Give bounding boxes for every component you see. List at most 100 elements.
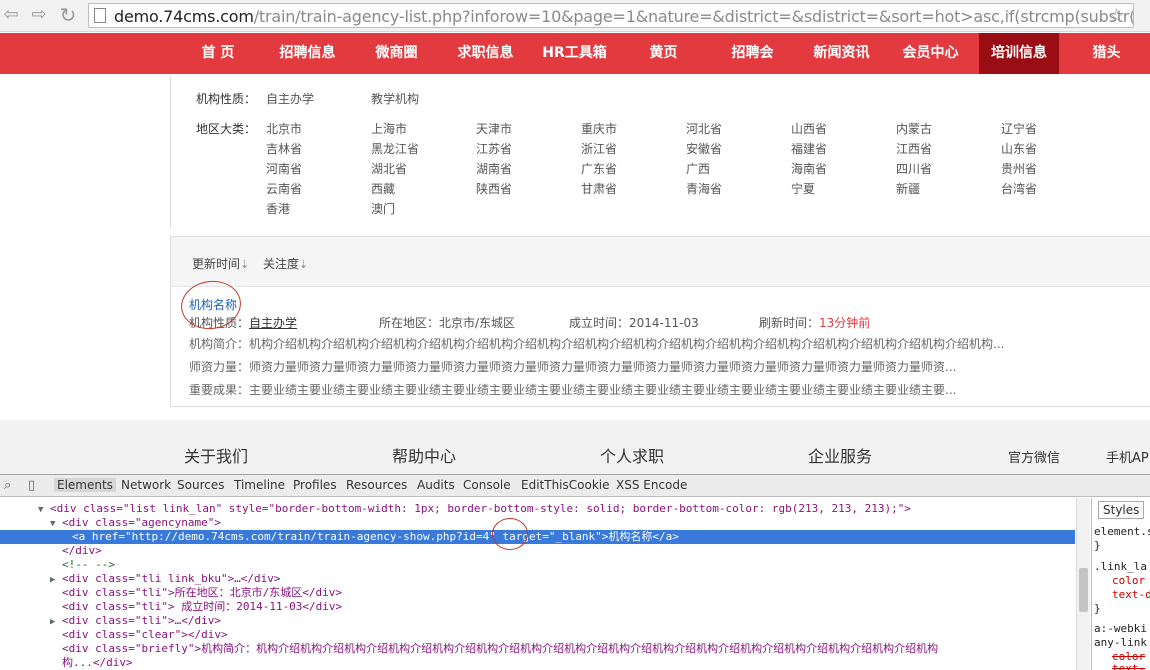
tab-styles[interactable]: Styles: [1098, 501, 1145, 519]
tab-resources[interactable]: Resources: [346, 478, 407, 492]
nav-item-news[interactable]: 新闻资讯: [797, 33, 886, 74]
tab-editthiscookie[interactable]: EditThisCookie: [521, 478, 610, 492]
nav-item-job-fair[interactable]: 招聘会: [708, 33, 797, 74]
district-option[interactable]: 浙江省: [581, 140, 617, 157]
dom-node[interactable]: ▼ <div class="list link_lan" style="borde…: [0, 502, 1075, 516]
agency-nature-link[interactable]: 自主办学: [249, 316, 297, 330]
tab-console[interactable]: Console: [463, 478, 511, 492]
district-option[interactable]: 宁夏: [791, 180, 815, 197]
district-option[interactable]: 上海市: [371, 120, 407, 137]
sort-by-attention[interactable]: 关注度⇣: [263, 255, 308, 272]
footer-help[interactable]: 帮助中心: [392, 443, 456, 467]
district-option[interactable]: 广东省: [581, 160, 617, 177]
nature-option[interactable]: 教学机构: [371, 90, 419, 107]
dom-node[interactable]: ▶ <div class="tli link_bku">…</div>: [0, 572, 1075, 586]
device-mode-icon[interactable]: ▯: [28, 478, 35, 493]
nav-item-home[interactable]: 首 页: [173, 33, 263, 74]
nav-item-business-circle[interactable]: 微商圈: [352, 33, 441, 74]
nav-item-jobs[interactable]: 招聘信息: [263, 33, 352, 74]
site-footer: 关于我们 帮助中心 个人求职 企业服务 官方微信 手机AP: [0, 420, 1150, 475]
district-option[interactable]: 吉林省: [266, 140, 302, 157]
district-option[interactable]: 辽宁省: [1001, 120, 1037, 137]
nav-item-headhunter[interactable]: 猎头: [1063, 33, 1150, 74]
style-rule[interactable]: .link_la: [1094, 560, 1147, 573]
district-option[interactable]: 河南省: [266, 160, 302, 177]
footer-personal[interactable]: 个人求职: [600, 443, 664, 467]
district-option[interactable]: 黑龙江省: [371, 140, 419, 157]
district-option[interactable]: 青海省: [686, 180, 722, 197]
scrollbar-thumb[interactable]: [1079, 568, 1088, 612]
nav-item-member-center[interactable]: 会员中心: [886, 33, 975, 74]
footer-about[interactable]: 关于我们: [184, 443, 248, 467]
agency-nature: 机构性质：自主办学: [189, 316, 298, 330]
filter-panel: 机构性质： 自主办学 教学机构 地区大类： 北京市 上海市 天津市 重庆市 河北省 山西省…: [170, 76, 1150, 228]
district-option[interactable]: 陕西省: [476, 180, 512, 197]
district-option[interactable]: 天津市: [476, 120, 512, 137]
dom-node[interactable]: <div class="tli"> 成立时间：2014-11-03</div>: [0, 600, 1075, 614]
style-property[interactable]: text-: [1112, 662, 1145, 670]
district-option[interactable]: 广西: [686, 160, 710, 177]
nav-item-hr-toolbox[interactable]: HR工具箱: [530, 33, 619, 74]
district-option[interactable]: 甘肃省: [581, 180, 617, 197]
dom-node[interactable]: <div class="briefly">机构简介：机构介绍机构介绍机构介绍机构…: [0, 642, 1075, 656]
district-option[interactable]: 福建省: [791, 140, 827, 157]
forward-arrow-icon[interactable]: ⇨: [28, 4, 50, 26]
style-rule[interactable]: element.s: [1094, 525, 1150, 538]
district-option[interactable]: 安徽省: [686, 140, 722, 157]
district-option[interactable]: 新疆: [896, 180, 920, 197]
dom-tree-scrollbar[interactable]: [1076, 498, 1090, 670]
district-option[interactable]: 北京市: [266, 120, 302, 137]
footer-wechat[interactable]: 官方微信: [1008, 447, 1060, 466]
district-option[interactable]: 江西省: [896, 140, 932, 157]
district-option[interactable]: 台湾省: [1001, 180, 1037, 197]
nature-option[interactable]: 自主办学: [266, 90, 314, 107]
style-property[interactable]: text-d: [1112, 588, 1150, 601]
back-arrow-icon[interactable]: ⇦: [0, 4, 22, 26]
district-option[interactable]: 香港: [266, 200, 290, 217]
dom-node[interactable]: ▼ <div class="agencyname">: [0, 516, 1075, 530]
footer-enterprise[interactable]: 企业服务: [808, 443, 872, 467]
footer-mobile[interactable]: 手机AP: [1106, 447, 1149, 466]
url-text[interactable]: demo.74cms.com/train/train-agency-list.p…: [114, 7, 1133, 26]
district-option[interactable]: 云南省: [266, 180, 302, 197]
district-option[interactable]: 四川省: [896, 160, 932, 177]
district-option[interactable]: 江苏省: [476, 140, 512, 157]
dom-node-selected[interactable]: <a href="http://demo.74cms.com/train/tra…: [0, 530, 1075, 544]
dom-node[interactable]: ▶ <div class="tli">…</div>: [0, 614, 1075, 628]
district-option[interactable]: 西藏: [371, 180, 395, 197]
dom-node[interactable]: 构...</div>: [0, 656, 1075, 670]
search-icon[interactable]: ⌕: [4, 478, 11, 493]
dom-node[interactable]: <div class="tli">所在地区：北京市/东城区</div>: [0, 586, 1075, 600]
district-option[interactable]: 重庆市: [581, 120, 617, 137]
district-option[interactable]: 河北省: [686, 120, 722, 137]
district-option[interactable]: 海南省: [791, 160, 827, 177]
tab-sources[interactable]: Sources: [177, 478, 224, 492]
address-bar[interactable]: demo.74cms.com/train/train-agency-list.p…: [88, 3, 1134, 28]
agency-name-link[interactable]: 机构名称: [189, 296, 237, 313]
district-option[interactable]: 湖北省: [371, 160, 407, 177]
district-option[interactable]: 澳门: [371, 200, 395, 217]
tab-timeline[interactable]: Timeline: [234, 478, 285, 492]
tab-audits[interactable]: Audits: [417, 478, 455, 492]
dom-node[interactable]: <div class="clear"></div>: [0, 628, 1075, 642]
tab-profiles[interactable]: Profiles: [293, 478, 337, 492]
district-option[interactable]: 湖南省: [476, 160, 512, 177]
district-option[interactable]: 内蒙古: [896, 120, 932, 137]
reload-icon[interactable]: ↻: [57, 4, 79, 26]
nav-item-resumes[interactable]: 求职信息: [441, 33, 530, 74]
nav-item-training[interactable]: 培训信息: [979, 33, 1059, 74]
tab-elements[interactable]: Elements: [54, 478, 116, 492]
style-property[interactable]: color: [1112, 574, 1145, 587]
nav-item-yellow-pages[interactable]: 黄页: [619, 33, 708, 74]
district-option[interactable]: 贵州省: [1001, 160, 1037, 177]
district-option[interactable]: 山东省: [1001, 140, 1037, 157]
district-option[interactable]: 山西省: [791, 120, 827, 137]
style-rule[interactable]: a:-webki: [1094, 622, 1147, 635]
bookmark-star-icon[interactable]: ☆: [1108, 5, 1125, 27]
sort-by-update-time[interactable]: 更新时间⇣: [192, 255, 249, 272]
tab-network[interactable]: Network: [121, 478, 171, 492]
dom-tree[interactable]: ▼ <div class="list link_lan" style="borde…: [0, 498, 1075, 670]
dom-comment[interactable]: <!-- -->: [0, 558, 1075, 572]
tab-xss-encode[interactable]: XSS Encode: [616, 478, 687, 492]
dom-node[interactable]: </div>: [0, 544, 1075, 558]
